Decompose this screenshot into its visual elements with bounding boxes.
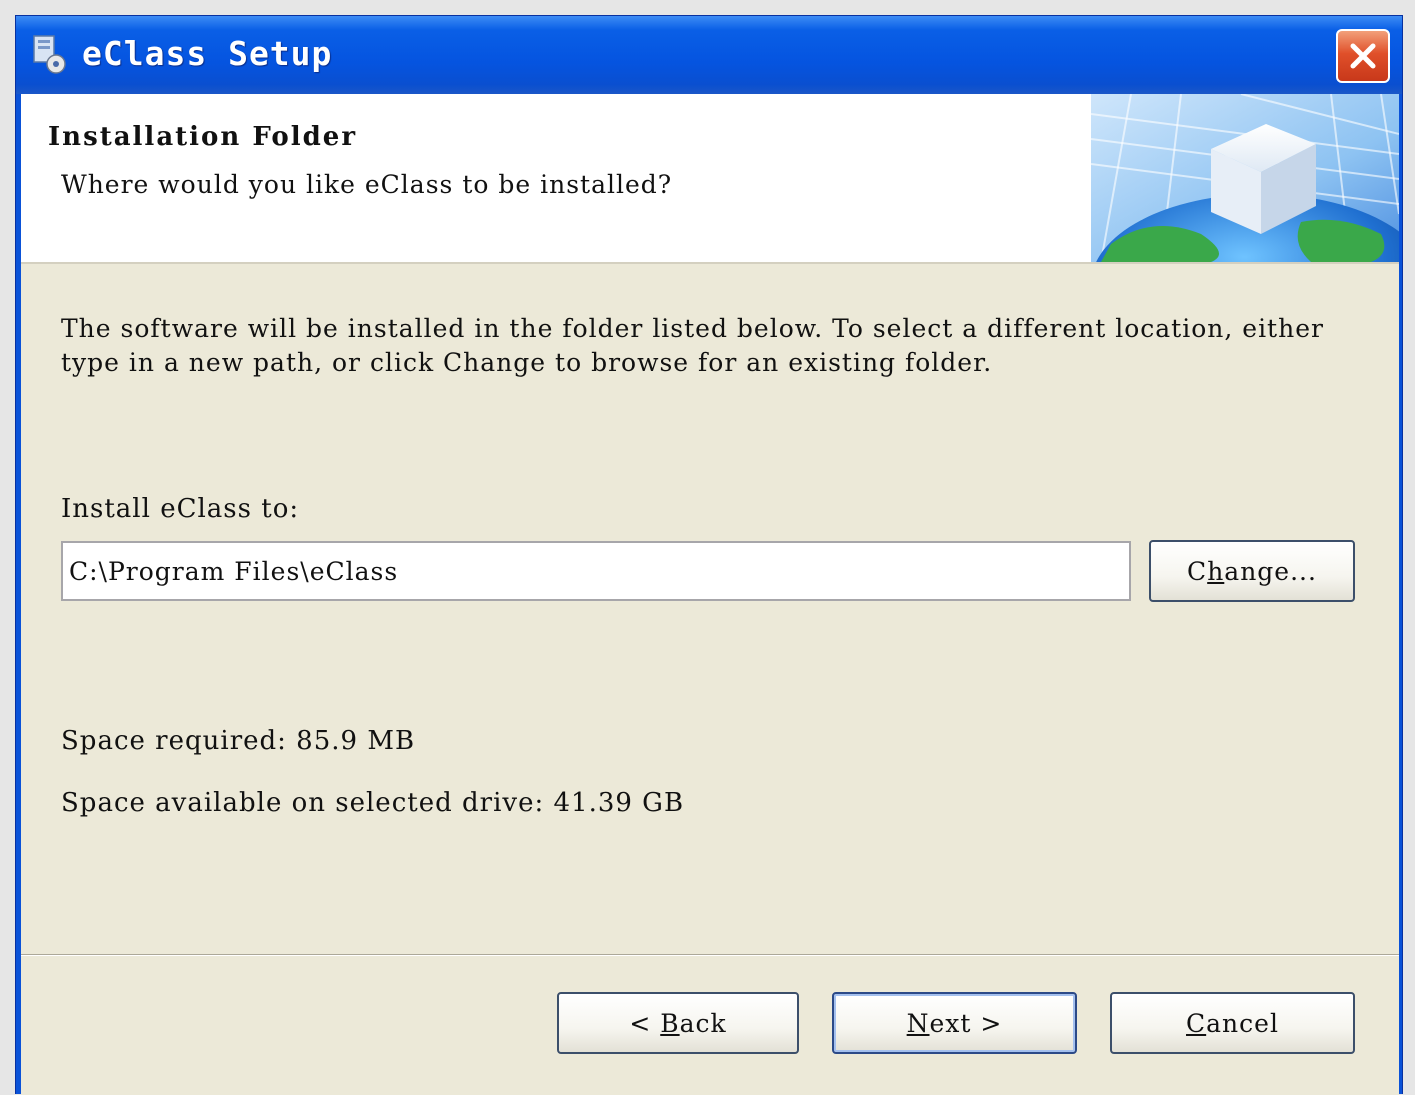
wizard-header: Installation Folder Where would you like… <box>21 94 1399 264</box>
space-required-text: Space required: 85.9 MB <box>61 726 416 756</box>
install-location-label: Install eClass to: <box>61 494 300 524</box>
close-icon <box>1350 43 1376 69</box>
change-button[interactable]: Ch ange... <box>1149 540 1355 602</box>
change-label-post: ange... <box>1224 556 1317 586</box>
instructions-text: The software will be installed in the fo… <box>61 314 1324 377</box>
change-label-accel: h <box>1207 556 1225 586</box>
setup-app-icon <box>30 34 70 74</box>
page-title: Installation Folder <box>48 122 358 152</box>
title-bar[interactable]: eClass Setup <box>16 16 1402 94</box>
setup-window: eClass Setup Installation Folder Where w… <box>15 15 1403 1095</box>
install-path-input[interactable] <box>61 541 1131 601</box>
next-label-post: ext > <box>929 1008 1003 1038</box>
page-subtitle: Where would you like eClass to be instal… <box>61 170 673 199</box>
space-available-text: Space available on selected drive: 41.39… <box>61 788 685 818</box>
next-label-accel: N <box>906 1008 930 1038</box>
back-label-pre: < <box>629 1008 661 1038</box>
dialog-client-area: Installation Folder Where would you like… <box>21 94 1399 1095</box>
globe-box-graphic <box>1091 94 1399 262</box>
cancel-label-accel: C <box>1186 1008 1207 1038</box>
window-title: eClass Setup <box>82 34 333 73</box>
change-label-pre: C <box>1187 556 1208 586</box>
back-label-accel: B <box>660 1008 680 1038</box>
close-button[interactable] <box>1336 29 1390 83</box>
back-button[interactable]: < Back <box>557 992 799 1054</box>
back-label-post: ack <box>679 1008 727 1038</box>
next-button[interactable]: Next > <box>832 992 1077 1054</box>
cancel-label-post: ancel <box>1206 1008 1279 1038</box>
footer-divider <box>21 954 1399 956</box>
cancel-button[interactable]: Cancel <box>1110 992 1355 1054</box>
